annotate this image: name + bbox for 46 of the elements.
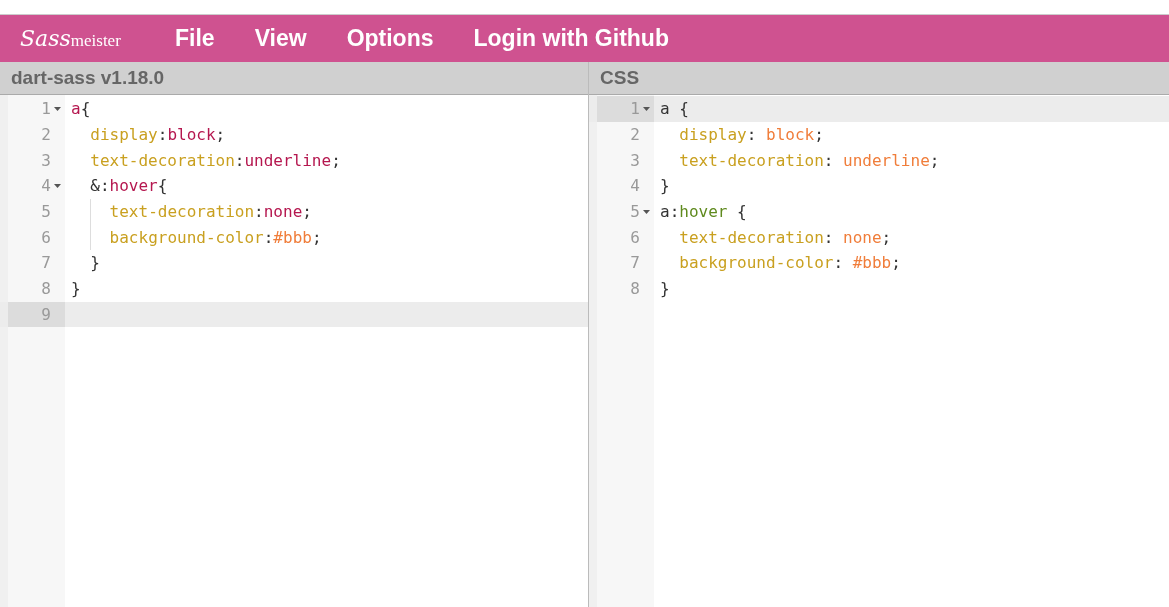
logo: Sassmeister [20, 26, 122, 51]
code-line: } [660, 176, 670, 196]
code-line: } [90, 253, 100, 273]
menu-item[interactable]: View [254, 25, 307, 52]
code-line: text-decoration: underline; [679, 150, 940, 170]
code-line: background-color:#bbb; [109, 227, 322, 247]
code-line: text-decoration:underline; [90, 150, 341, 170]
code-editor[interactable]: 1 a{ 2 display:block; 3 text-decoration:underline; 4 &:hover{ 5 text-decoration:none; 6 background-color:#bbb; 7 } 8 } 9 [0, 95, 588, 607]
code-line: display:block; [90, 125, 226, 145]
pane-title: dart-sass v1.18.0 [0, 62, 588, 95]
line-number: 1 [630, 99, 640, 119]
line-number: 4 [630, 176, 640, 196]
code-line: text-decoration:none; [109, 202, 312, 222]
line-number: 7 [41, 253, 51, 273]
line-number: 8 [630, 279, 640, 299]
line-number: 9 [41, 304, 51, 324]
menu-item[interactable]: File [175, 25, 215, 52]
fold-caret-icon[interactable] [54, 106, 61, 111]
line-number: 2 [630, 125, 640, 145]
line-number: 3 [41, 150, 51, 170]
line-number: 8 [41, 279, 51, 299]
code-line: } [71, 279, 81, 299]
line-number: 5 [41, 202, 51, 222]
fold-caret-icon[interactable] [54, 183, 61, 188]
line-number: 1 [41, 99, 51, 119]
line-number: 6 [630, 227, 640, 247]
code-line: a{ [71, 99, 91, 119]
fold-caret-icon[interactable] [643, 106, 650, 111]
code-line: background-color: #bbb; [679, 253, 901, 273]
fold-caret-icon[interactable] [643, 209, 650, 214]
pane-title: CSS [589, 62, 1169, 95]
line-number: 3 [630, 150, 640, 170]
line-number: 7 [630, 253, 640, 273]
code-line: &:hover{ [90, 176, 168, 196]
code-line: } [660, 279, 670, 299]
menu-item[interactable]: Options [346, 25, 434, 52]
code-line: display: block; [679, 125, 824, 145]
code-line: text-decoration: none; [679, 227, 892, 247]
menu-item[interactable]: Login with Github [473, 25, 669, 52]
code-line: a:hover { [660, 202, 747, 222]
code-editor[interactable]: 1 a { 2 display: block; 3 text-decoration: underline; 4 } 5 a:hover { 6 text-decoration: none; 7 background-color: #bbb; 8 } [589, 95, 1169, 607]
line-number: 6 [41, 227, 51, 247]
line-number: 2 [41, 125, 51, 145]
line-number: 5 [630, 202, 640, 222]
line-number: 4 [41, 176, 51, 196]
code-line: a { [660, 99, 689, 119]
